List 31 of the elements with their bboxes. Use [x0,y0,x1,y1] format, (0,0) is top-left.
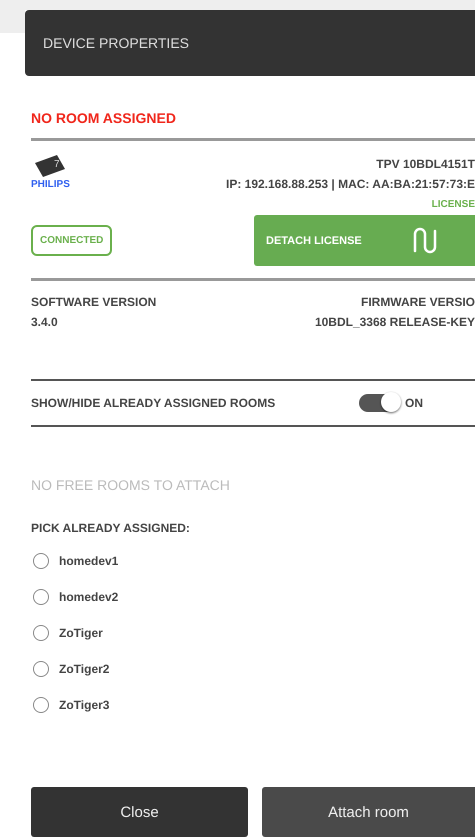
toggle-state: ON [405,396,423,410]
detach-icon [412,226,438,254]
empty-message: NO FREE ROOMS TO ATTACH [31,477,231,493]
tablet-icon [33,155,67,179]
room-name: ZoTiger3 [59,698,110,712]
device-model: TPV 10BDL4151T [376,157,475,171]
toggle-label: SHOW/HIDE ALREADY ASSIGNED ROOMS [31,396,276,410]
dialog-title: DEVICE PROPERTIES [43,35,190,51]
radio-button[interactable] [33,697,49,713]
brand-label: PHILIPS [31,179,70,190]
radio-button[interactable] [33,661,49,677]
room-name: homedev1 [59,554,118,568]
version-value: 3.4.0 [31,315,59,329]
radio-button[interactable] [33,625,49,641]
license-status: LICENSE [432,199,475,210]
radio-button[interactable] [33,589,49,605]
attach-room-button[interactable]: Attach room [262,787,475,837]
connection-status: CONNECTED [31,225,112,256]
version-label: SOFTWARE VERSION [31,295,156,309]
device-network: IP: 192.168.88.253 | MAC: AA:BA:21:57:73:E [226,177,475,191]
room-name: homedev2 [59,590,118,604]
room-name: ZoTiger [59,626,103,640]
radio-button[interactable] [33,553,49,569]
version-value: 10BDL_3368 RELEASE-KEY [314,315,475,329]
room-status: NO ROOM ASSIGNED [31,110,177,126]
close-button[interactable]: Close [31,787,248,837]
section-label: PICK ALREADY ASSIGNED: [31,521,191,535]
room-name: ZoTiger2 [59,662,110,676]
toggle-switch[interactable] [359,394,399,412]
tablet-number: 7 [54,159,60,170]
version-label: FIRMWARE VERSIO [360,295,475,309]
